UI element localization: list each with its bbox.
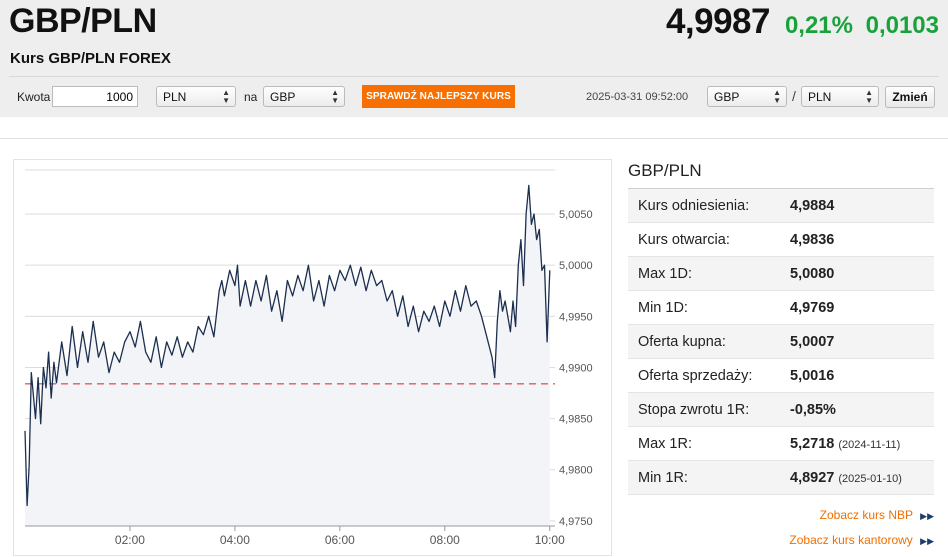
to-currency-select[interactable]: GBP ▲ ▼ (263, 86, 345, 107)
stat-label: Min 1R: (638, 470, 688, 486)
stat-label: Max 1R: (638, 436, 692, 452)
stat-date: (2024-11-11) (838, 439, 901, 451)
current-price: 4,9987 (665, 2, 771, 41)
nbp-rate-link[interactable]: Zobacz kurs NBP ▶▶ (820, 508, 934, 522)
x-tick-label: 08:00 (430, 533, 460, 547)
stat-value-number: 4,9884 (790, 198, 835, 214)
double-arrow-icon: ▶▶ (920, 511, 934, 521)
stat-row: Min 1D: 4,9769 (628, 291, 934, 325)
stat-label: Stopa zwrotu 1R: (638, 402, 750, 418)
quote-timestamp: 2025-03-31 09:52:00 (586, 91, 689, 103)
to-label: na (244, 90, 258, 104)
stat-value: 5,0007 (790, 334, 834, 350)
y-tick-label: 5,0050 (559, 209, 593, 221)
stat-label: Kurs odniesienia: (638, 198, 750, 214)
from-currency-value: PLN (163, 90, 187, 104)
chart-canvas: 5,0050 5,0000 4,9950 4,9900 4,9850 4,9800 4,97… (24, 169, 593, 547)
y-tick-label: 4,9950 (559, 311, 593, 323)
stat-row: Max 1D: 5,0080 (628, 257, 934, 291)
stat-value: 4,9769 (790, 300, 834, 316)
nbp-rate-link-label: Zobacz kurs NBP (819, 508, 913, 522)
pair-base-select[interactable]: GBP ▲ ▼ (707, 86, 787, 107)
y-tick-label: 4,9850 (559, 414, 593, 426)
stat-row: Min 1R: 4,8927 (2025-01-10) (628, 461, 934, 495)
stat-label: Max 1D: (638, 266, 692, 282)
stat-label: Min 1D: (638, 300, 688, 316)
y-tick-label: 4,9900 (559, 362, 593, 374)
y-tick-label: 4,9750 (559, 516, 593, 528)
stat-value-number: 4,8927 (790, 470, 835, 486)
select-arrows-icon: ▲ ▼ (773, 88, 781, 105)
select-arrows-icon: ▲ ▼ (222, 88, 230, 105)
x-tick-label: 04:00 (220, 533, 250, 547)
stat-value-number: 4,9769 (790, 300, 835, 316)
exchange-rate-link-label: Zobacz kurs kantorowy (789, 533, 913, 547)
pair-separator: / (792, 88, 796, 104)
stat-value-number: 4,9836 (790, 232, 835, 248)
amount-input[interactable] (52, 86, 138, 107)
amount-label: Kwota (17, 90, 51, 104)
stat-value: 5,2718 (2024-11-11) (790, 436, 900, 452)
stats-title: GBP/PLN (628, 161, 702, 180)
stat-value: -0,85% (790, 402, 836, 418)
select-arrows-icon: ▲ ▼ (865, 88, 873, 105)
converter-row: Kwota PLN ▲▼ na GBP ▲▼ SPRAWDŹ NAJLEPSZY… (0, 84, 948, 110)
page-subtitle: Kurs GBP/PLN FOREX (10, 50, 171, 67)
pair-base-value: GBP (714, 90, 740, 104)
price-chart[interactable]: 5,0050 5,0000 4,9950 4,9900 4,9850 4,9800 4,97… (13, 159, 612, 556)
divider (9, 76, 939, 77)
stat-value-number: 5,0016 (790, 368, 835, 384)
pair-quote-value: PLN (808, 90, 832, 104)
page-title: GBP/PLN (9, 2, 157, 40)
select-arrows-icon: ▲ ▼ (331, 88, 339, 105)
change-absolute: 0,0103 (865, 12, 939, 39)
stat-value-number: 5,0080 (790, 266, 835, 282)
x-tick-label: 06:00 (325, 533, 355, 547)
stat-label: Kurs otwarcia: (638, 232, 730, 248)
x-tick-label: 02:00 (115, 533, 145, 547)
best-rate-button[interactable]: SPRAWDŹ NAJLEPSZY KURS (362, 85, 515, 108)
stat-value: 4,9836 (790, 232, 834, 248)
stat-value-number: 5,0007 (790, 334, 835, 350)
y-tick-label: 4,9800 (559, 465, 593, 477)
stat-value: 4,9884 (790, 198, 834, 214)
change-percent: 0,21% (784, 12, 853, 39)
stat-value-number: 5,2718 (790, 436, 835, 452)
change-pair-button[interactable]: Zmień (885, 86, 935, 108)
stat-value: 5,0016 (790, 368, 834, 384)
stat-row: Stopa zwrotu 1R: -0,85% (628, 393, 934, 427)
stat-row: Oferta kupna: 5,0007 (628, 325, 934, 359)
pair-quote-select[interactable]: PLN ▲ ▼ (801, 86, 879, 107)
price-area (25, 185, 550, 526)
exchange-rate-link[interactable]: Zobacz kurs kantorowy ▶▶ (789, 533, 934, 547)
x-tick-label: 10:00 (535, 533, 565, 547)
stat-value: 5,0080 (790, 266, 834, 282)
stat-row: Oferta sprzedaży: 5,0016 (628, 359, 934, 393)
stat-value: 4,8927 (2025-01-10) (790, 470, 902, 486)
from-currency-select[interactable]: PLN ▲ ▼ (156, 86, 236, 107)
stat-label: Oferta kupna: (638, 334, 726, 350)
stat-label: Oferta sprzedaży: (638, 368, 753, 384)
to-currency-value: GBP (270, 90, 296, 104)
stat-row: Max 1R: 5,2718 (2024-11-11) (628, 427, 934, 461)
header-bar: GBP/PLN Kurs GBP/PLN FOREX 4,9987 0,21% … (0, 0, 948, 117)
stat-row: Kurs odniesienia: 4,9884 (628, 189, 934, 223)
y-tick-label: 5,0000 (559, 260, 593, 272)
stat-value-number: -0,85% (790, 402, 836, 418)
double-arrow-icon: ▶▶ (920, 536, 934, 546)
content-divider (0, 138, 948, 139)
stat-date: (2025-01-10) (838, 473, 902, 485)
stat-row: Kurs otwarcia: 4,9836 (628, 223, 934, 257)
